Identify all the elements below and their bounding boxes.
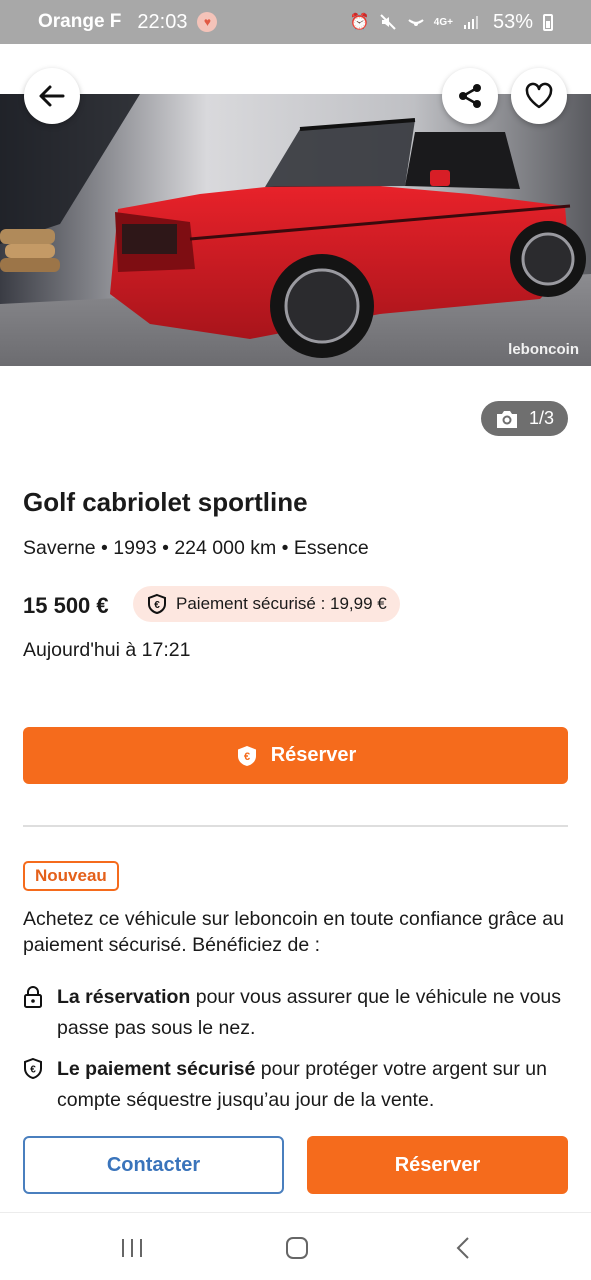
photo-counter-text: 1/3	[528, 408, 555, 428]
svg-text:€: €	[244, 751, 250, 763]
euro-shield-icon: €	[148, 593, 166, 615]
home-button[interactable]	[277, 1233, 317, 1263]
listing-date: Aujourd'hui à 17:21	[23, 639, 191, 661]
signal-icon	[461, 13, 481, 31]
new-badge: Nouveau	[23, 861, 119, 891]
contact-button[interactable]: Contacter	[23, 1136, 284, 1194]
lock-icon	[23, 982, 45, 1044]
status-clock: 22:03	[137, 10, 188, 33]
arrow-left-icon	[39, 85, 65, 107]
secure-payment-chip[interactable]: € Paiement sécurisé : 19,99 €	[133, 586, 400, 622]
feature-secure-payment-title: Le paiement sécurisé	[57, 1058, 256, 1080]
favorite-button[interactable]	[511, 68, 567, 124]
battery-percent: 53%	[492, 10, 533, 33]
share-icon	[459, 84, 481, 108]
feature-reservation-title: La réservation	[57, 986, 191, 1008]
divider	[23, 825, 568, 827]
feature-reservation: La réservation pour vous assurer que le …	[23, 982, 583, 1044]
secure-payment-text: Paiement sécurisé : 19,99 €	[176, 594, 387, 613]
svg-text:€: €	[30, 1065, 36, 1076]
reserve-button[interactable]: Réserver	[307, 1136, 568, 1194]
battery-icon	[543, 13, 553, 31]
recents-icon	[122, 1239, 142, 1257]
network-type: 4G+	[433, 16, 453, 28]
back-button[interactable]	[24, 68, 80, 124]
feature-reservation-text: La réservation pour vous assurer que le …	[57, 982, 583, 1044]
notification-heart-icon: ♥	[197, 12, 218, 32]
heart-icon	[525, 82, 553, 109]
reserve-button-label: Réserver	[270, 744, 357, 766]
euro-shield-icon: €	[237, 745, 256, 766]
hotspot-icon	[406, 13, 426, 31]
chevron-left-icon	[456, 1237, 469, 1259]
share-button[interactable]	[442, 68, 498, 124]
status-bar: Orange F 22:03 ♥ ⏰ 4G+ 53%	[0, 0, 591, 44]
system-back-button[interactable]	[443, 1233, 483, 1263]
leboncoin-watermark: leboncoin	[508, 341, 579, 358]
home-icon	[286, 1237, 308, 1259]
listing-price: 15 500 €	[23, 593, 109, 618]
listing-details: Saverne • 1993 • 224 000 km • Essence	[23, 537, 369, 559]
svg-text:€: €	[154, 600, 160, 611]
listing-title: Golf cabriolet sportline	[23, 487, 308, 517]
carrier-name: Orange F	[38, 11, 122, 32]
photo-counter[interactable]: 1/3	[481, 401, 568, 436]
promo-intro: Achetez ce véhicule sur leboncoin en tou…	[23, 908, 564, 956]
feature-secure-payment-text: Le paiement sécurisé pour protéger votre…	[57, 1054, 583, 1116]
feature-secure-payment: € Le paiement sécurisé pour protéger vot…	[23, 1054, 583, 1116]
app-header	[0, 44, 591, 94]
reserve-button-main[interactable]: € Réserver	[23, 727, 568, 784]
system-nav-bar	[0, 1212, 591, 1280]
recent-apps-button[interactable]	[112, 1233, 152, 1263]
status-icons: ⏰ 4G+ 53%	[350, 11, 553, 34]
mute-icon	[378, 13, 398, 31]
euro-shield-icon: €	[23, 1054, 45, 1116]
alarm-icon: ⏰	[349, 14, 370, 31]
listing-photo[interactable]: leboncoin	[0, 94, 591, 366]
camera-icon	[496, 410, 517, 428]
